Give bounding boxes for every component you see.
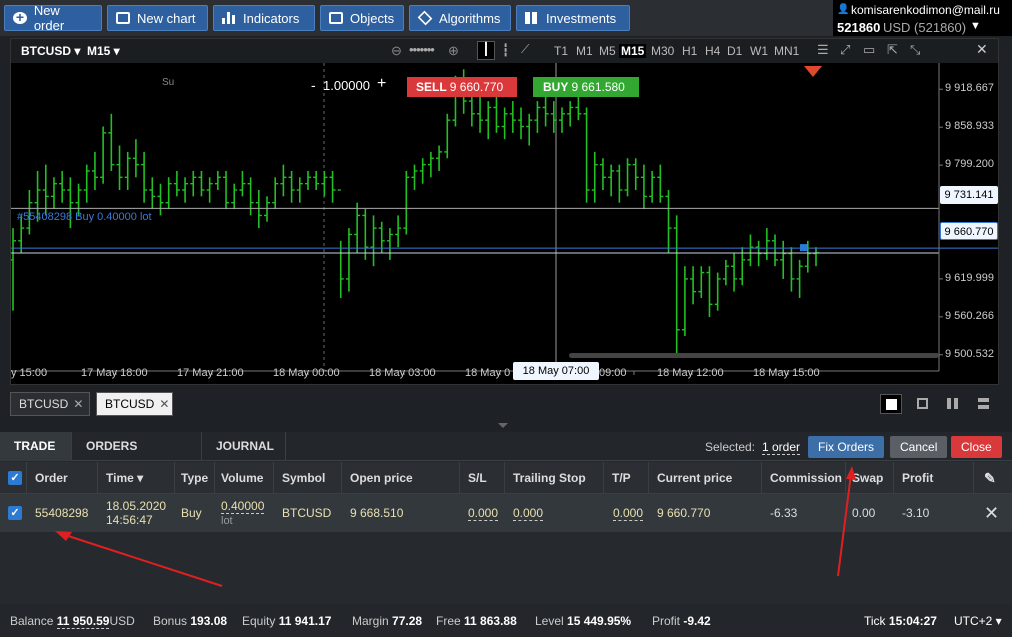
profit-item: Profit -9.42: [652, 614, 711, 628]
equity-label: Equity: [242, 614, 276, 628]
level-item: Level 15 449.95%: [535, 614, 631, 628]
tick-clock: Tick 15:04:27: [864, 614, 937, 628]
free-label: Free: [436, 614, 461, 628]
balance-currency: USD: [109, 614, 135, 628]
profit-value: -9.42: [683, 614, 711, 628]
level-label: Level: [535, 614, 564, 628]
equity-item: Equity 11 941.17: [242, 614, 331, 628]
tick-label: Tick: [864, 614, 886, 628]
bonus-label: Bonus: [153, 614, 188, 628]
annotation-arrows: [55, 466, 856, 587]
margin-label: Margin: [352, 614, 389, 628]
balance-item: Balance 11 950.59USD: [10, 614, 135, 629]
balance-value[interactable]: 11 950.59: [56, 614, 110, 629]
free-item: Free 11 863.88: [436, 614, 517, 628]
margin-value: 77.28: [392, 614, 423, 628]
red-arrow-order: [61, 533, 223, 587]
tick-value: 15:04:27: [888, 614, 937, 628]
red-arrow-fix-orders: [837, 473, 852, 577]
free-value: 11 863.88: [464, 614, 517, 628]
equity-value: 11 941.17: [278, 614, 332, 628]
level-value: 15 449.95%: [567, 614, 632, 628]
red-arrow-fix-orders-head: [846, 466, 856, 480]
timezone-selector[interactable]: UTC+2 ▾: [954, 614, 1002, 628]
status-bar: Balance 11 950.59USD Bonus 193.08 Equity…: [0, 604, 1012, 637]
margin-item: Margin 77.28: [352, 614, 422, 628]
timezone-label: UTC+2: [954, 614, 993, 628]
profit-label: Profit: [652, 614, 681, 628]
balance-label: Balance: [10, 614, 54, 628]
bonus-value: 193.08: [190, 614, 228, 628]
bonus-item: Bonus 193.08: [153, 614, 227, 628]
